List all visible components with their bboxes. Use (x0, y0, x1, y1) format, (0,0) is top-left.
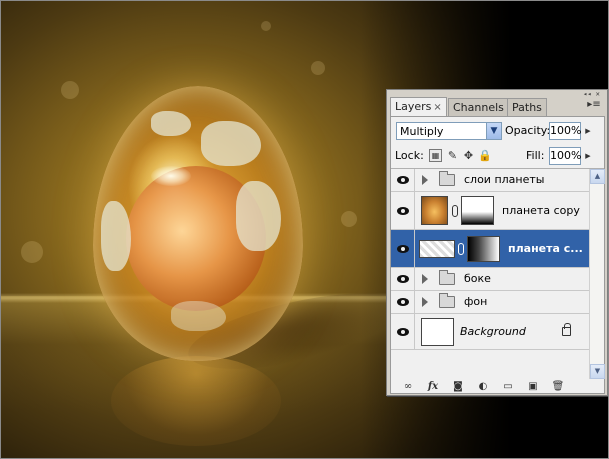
opacity-slider-arrow-icon[interactable]: ▶ (583, 122, 593, 140)
layer-row-planet-selected[interactable]: планета с... (391, 230, 589, 268)
layer-mask-thumbnail[interactable] (461, 196, 494, 225)
layer-thumbnail[interactable] (421, 318, 454, 346)
layer-name: фон (464, 295, 488, 308)
layer-thumbnail[interactable] (421, 196, 448, 225)
link-chain-icon[interactable] (452, 204, 458, 217)
bokeh-light (341, 211, 357, 227)
tab-close-icon[interactable]: × (433, 102, 441, 113)
chevron-down-icon[interactable]: ▼ (486, 123, 501, 139)
layer-row-group-bokeh[interactable]: боке (391, 268, 589, 291)
continent (201, 121, 261, 166)
visibility-toggle[interactable] (391, 169, 415, 191)
expand-triangle-icon[interactable] (422, 297, 428, 307)
eye-icon (397, 176, 409, 184)
light-flare (151, 166, 191, 186)
eye-icon (397, 327, 409, 336)
lock-transparent-pixels-icon[interactable]: ▦ (429, 149, 442, 162)
visibility-toggle[interactable] (391, 192, 415, 229)
continent (171, 301, 226, 331)
tab-paths-label: Paths (512, 101, 542, 114)
eye-icon (397, 275, 409, 283)
link-chain-icon[interactable] (458, 242, 464, 255)
layer-name: планета copy (502, 203, 580, 217)
bokeh-light (311, 61, 325, 75)
layer-list-scrollbar[interactable]: ▲ ▼ (589, 169, 605, 379)
fx-icon[interactable]: fx (424, 379, 442, 394)
lock-icon (562, 322, 571, 336)
layer-name: боке (464, 272, 491, 285)
fill-input[interactable]: 100% (549, 147, 581, 165)
layer-list: слои планеты планета copy планета с... б… (391, 169, 589, 379)
opacity-input[interactable]: 100% (549, 122, 581, 140)
layer-name: планета с... (508, 241, 583, 255)
expand-triangle-icon[interactable] (422, 274, 428, 284)
continent (151, 111, 191, 136)
link-layers-icon[interactable]: ∞ (399, 379, 417, 394)
layer-row-group-planet-layers[interactable]: слои планеты (391, 169, 589, 192)
lock-position-icon[interactable]: ✥ (462, 149, 475, 162)
eye-icon (397, 244, 409, 253)
layer-row-group-background-elements[interactable]: фон (391, 291, 589, 314)
layers-panel-body: Multiply ▼ Opacity: 100% ▶ Lock: ▦ ✎ ✥ 🔒… (390, 116, 605, 394)
new-layer-icon[interactable]: ▣ (524, 379, 542, 394)
tab-layers[interactable]: Layers × (390, 97, 447, 116)
panel-menu-icon[interactable]: ▸≡ (585, 97, 603, 113)
tab-channels-label: Channels (453, 101, 504, 114)
layer-thumbnail[interactable] (419, 240, 455, 258)
tab-channels[interactable]: Channels (448, 98, 509, 116)
bokeh-light (21, 241, 43, 263)
expand-triangle-icon[interactable] (422, 175, 428, 185)
folder-icon (439, 171, 455, 186)
visibility-toggle[interactable] (391, 230, 415, 267)
layers-panel: ◂◂ ✕ Layers × Channels Paths ▸≡ Multiply … (386, 89, 608, 396)
bokeh-light (61, 81, 79, 99)
delete-layer-icon[interactable]: 🗑 (549, 379, 567, 394)
adjustment-layer-icon[interactable]: ◐ (474, 379, 492, 394)
add-mask-icon[interactable]: ◙ (449, 379, 467, 394)
fill-label: Fill: (526, 149, 545, 162)
visibility-toggle[interactable] (391, 268, 415, 290)
blend-mode-select[interactable]: Multiply ▼ (396, 122, 502, 140)
lock-all-icon[interactable]: 🔒 (478, 149, 492, 162)
layer-row-background[interactable]: Background (391, 314, 589, 350)
fill-slider-arrow-icon[interactable]: ▶ (583, 147, 593, 165)
panel-title-strip[interactable] (387, 90, 607, 96)
window-frame: ◂◂ ✕ Layers × Channels Paths ▸≡ Multiply … (0, 0, 609, 459)
visibility-toggle[interactable] (391, 314, 415, 349)
eye-icon (397, 206, 409, 215)
tab-layers-label: Layers (395, 100, 432, 113)
new-group-icon[interactable]: ▭ (499, 379, 517, 394)
layers-toolbar: ∞ fx ◙ ◐ ▭ ▣ 🗑 (391, 381, 604, 394)
egg-reflection (111, 356, 281, 446)
layer-mask-thumbnail[interactable] (467, 236, 500, 262)
folder-icon (439, 293, 455, 308)
panel-tabs: Layers × Channels Paths (390, 97, 606, 116)
folder-icon (439, 270, 455, 285)
lock-image-pixels-icon[interactable]: ✎ (446, 149, 459, 162)
bokeh-light (261, 21, 271, 31)
opacity-label: Opacity: (505, 124, 551, 137)
layer-name: Background (460, 324, 526, 338)
layer-name: слои планеты (464, 173, 545, 186)
layer-row-planet-copy[interactable]: планета copy (391, 192, 589, 230)
lock-label: Lock: (395, 149, 424, 162)
visibility-toggle[interactable] (391, 291, 415, 313)
scroll-up-icon[interactable]: ▲ (590, 169, 605, 184)
eye-icon (397, 298, 409, 306)
scroll-down-icon[interactable]: ▼ (590, 364, 605, 379)
blend-mode-value: Multiply (400, 125, 444, 138)
tab-paths[interactable]: Paths (507, 98, 547, 116)
